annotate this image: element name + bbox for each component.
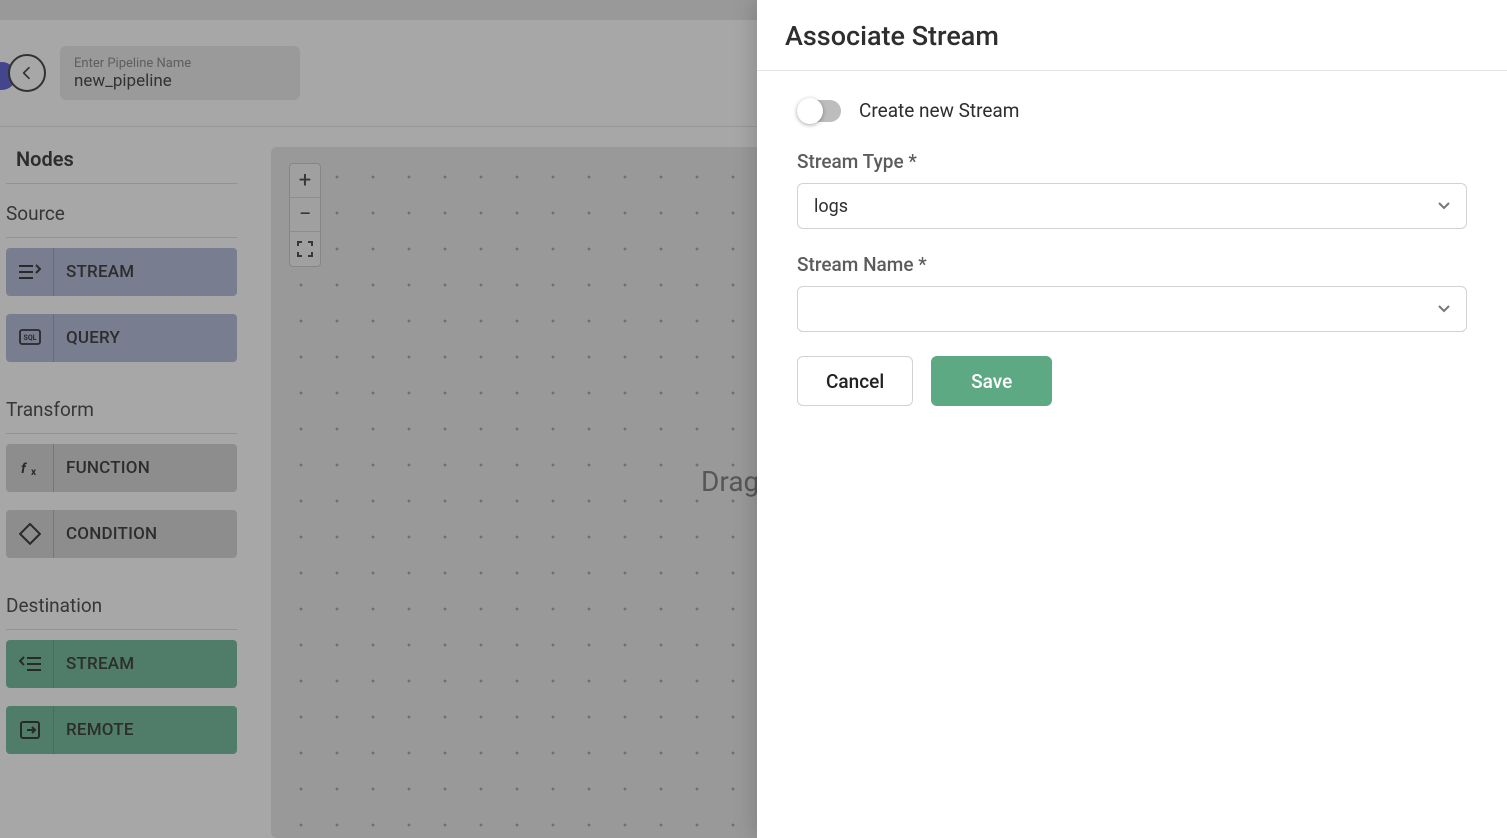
chevron-down-icon (1438, 202, 1450, 210)
stream-type-label: Stream Type * (797, 150, 1467, 173)
save-button[interactable]: Save (931, 356, 1052, 406)
panel-action-row: Cancel Save (797, 356, 1467, 406)
chevron-down-icon (1438, 305, 1450, 313)
stream-type-select[interactable]: logs (797, 183, 1467, 229)
cancel-button[interactable]: Cancel (797, 356, 913, 406)
panel-title: Associate Stream (785, 20, 1479, 52)
create-new-stream-toggle[interactable] (797, 100, 841, 122)
toggle-knob (797, 98, 823, 124)
stream-name-select[interactable] (797, 286, 1467, 332)
associate-stream-panel: Associate Stream Create new Stream Strea… (757, 0, 1507, 838)
create-new-stream-label: Create new Stream (859, 99, 1019, 122)
panel-body: Create new Stream Stream Type * logs Str… (757, 71, 1507, 406)
stream-type-value: logs (814, 196, 848, 217)
panel-header: Associate Stream (757, 0, 1507, 71)
stream-name-label: Stream Name * (797, 253, 1467, 276)
create-new-stream-row: Create new Stream (797, 99, 1467, 122)
